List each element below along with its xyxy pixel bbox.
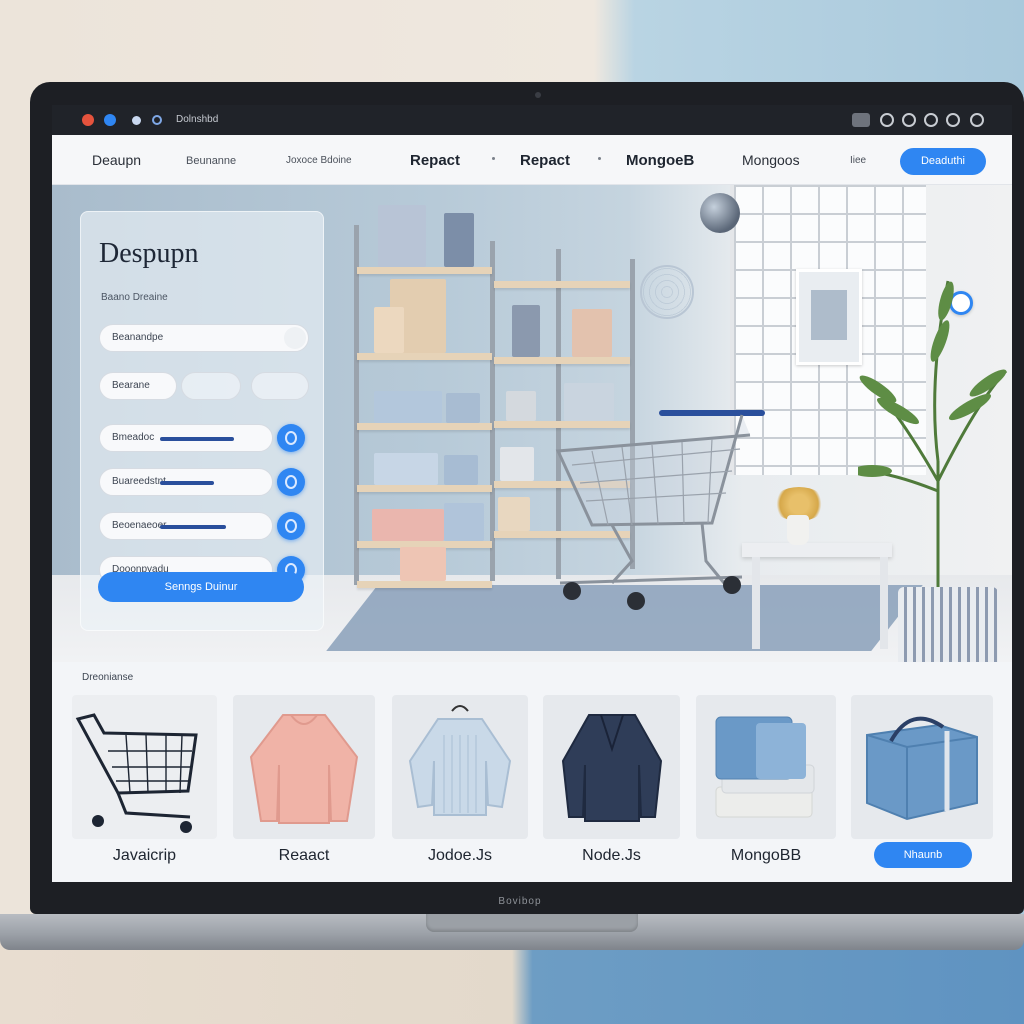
login-submit-button[interactable]: Senngs Duinur (98, 572, 304, 602)
site-navbar: Deaupn Beunanne Joxoce Bdoine Repact Rep… (52, 135, 1012, 185)
wall-picture (796, 269, 862, 365)
nav-cta-button[interactable]: Deaduthi (900, 148, 986, 175)
settings-icon[interactable] (902, 113, 916, 127)
account-icon[interactable] (924, 113, 938, 127)
field-4[interactable]: Buareedstnt (99, 468, 273, 496)
cardigan-icon (561, 714, 663, 822)
nav-link-2[interactable]: Joxoce Bdoine (286, 155, 352, 166)
webcam (535, 92, 541, 98)
field-3-toggle[interactable] (277, 424, 305, 452)
nav-link-repact-1[interactable]: Repact (410, 152, 460, 169)
nav-link-1[interactable]: Beunanne (186, 155, 236, 167)
knit-sweater-icon (408, 705, 512, 816)
nav-separator (598, 157, 601, 160)
extensions-icon[interactable] (852, 113, 870, 127)
product-label-3: Jodoe.Js (427, 847, 493, 864)
shopping-cart-icon (555, 410, 765, 610)
sweater-icon (249, 714, 359, 824)
brand-logo[interactable]: Deaupn (92, 152, 141, 168)
field-5[interactable]: Beoenaeoer (99, 512, 273, 540)
product-label-1: Javaicrip (112, 847, 177, 864)
product-card-4[interactable] (543, 695, 680, 839)
screen: Dolnshbd Deaupn Beunanne Joxoce Bdoine R… (52, 105, 1012, 882)
share-icon[interactable] (946, 113, 960, 127)
product-card-6[interactable] (851, 695, 993, 839)
menu-icon[interactable] (970, 113, 984, 127)
nav-separator (492, 157, 495, 160)
shopping-cart-icon (75, 713, 198, 833)
field-5-toggle[interactable] (277, 512, 305, 540)
product-label-2: Reaact (278, 847, 330, 864)
desk-leg (880, 557, 888, 649)
products-section-label: Dreonianse (82, 672, 134, 683)
maximize-dot[interactable] (132, 116, 141, 125)
laptop-brand-label: Bovibop (498, 896, 542, 907)
field-1-icon[interactable] (284, 327, 306, 349)
field-4-toggle[interactable] (277, 468, 305, 496)
address-text[interactable]: Dolnshbd (176, 114, 218, 125)
nav-link-mongoeb[interactable]: MongoeB (626, 152, 694, 169)
login-subtitle: Baano Dreaine (101, 292, 168, 303)
product-label-4: Node.Js (582, 847, 641, 864)
info-icon[interactable] (880, 113, 894, 127)
tab-icon[interactable] (152, 115, 162, 125)
gift-box-icon (866, 716, 978, 821)
vase (787, 515, 809, 545)
planter (898, 587, 998, 662)
login-title: Despupn (99, 238, 199, 269)
pendant-lamp (700, 193, 740, 233)
product-card-2[interactable] (233, 695, 375, 839)
product-card-1[interactable] (72, 695, 217, 839)
product-cta-button[interactable]: Nhaunb (874, 842, 972, 868)
field-2c[interactable] (251, 372, 309, 400)
product-card-5[interactable] (696, 695, 836, 839)
browser-titlebar: Dolnshbd (52, 105, 1012, 135)
login-panel: Despupn Baano Dreaine Beanandpe Bearane … (80, 211, 324, 631)
product-label-5: MongoBB (730, 847, 802, 864)
nav-link-extra[interactable]: Iiee (850, 155, 866, 166)
minimize-dot[interactable] (104, 114, 116, 126)
field-2b[interactable] (181, 372, 241, 400)
laptop-notch (426, 914, 638, 932)
field-3[interactable]: Bmeadoc (99, 424, 273, 452)
box-stack-icon (715, 716, 815, 818)
wall-fan (640, 265, 694, 319)
nav-link-mongoos[interactable]: Mongoos (742, 152, 800, 168)
field-2[interactable]: Bearane (99, 372, 177, 400)
close-dot[interactable] (82, 114, 94, 126)
product-card-3[interactable] (392, 695, 528, 839)
field-1[interactable]: Beanandpe (99, 324, 309, 352)
nav-link-repact-2[interactable]: Repact (520, 152, 570, 169)
